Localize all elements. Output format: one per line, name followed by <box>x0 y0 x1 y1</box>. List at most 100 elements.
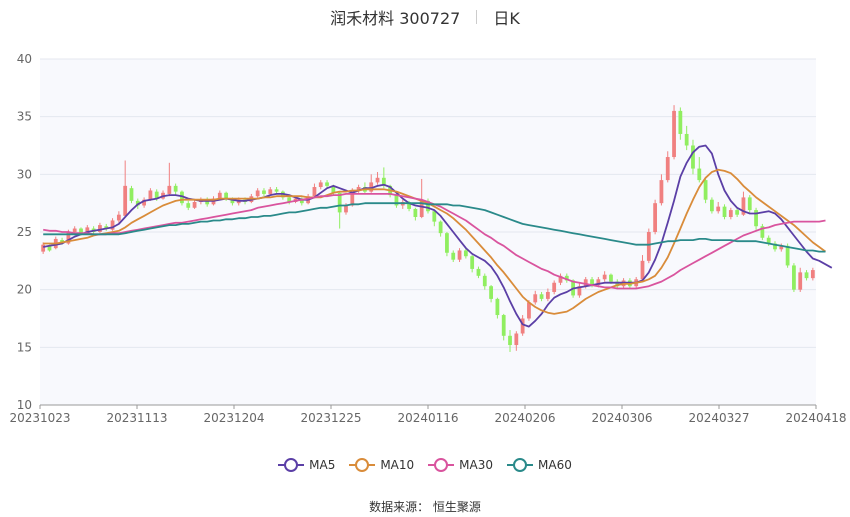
candle-body <box>148 190 153 200</box>
candle-body <box>539 294 544 299</box>
candle-body <box>527 302 531 319</box>
candle-body <box>514 333 519 346</box>
x-tick-label: 20231113 <box>106 411 167 425</box>
legend-item-ma60[interactable]: MA60 <box>507 458 572 472</box>
candle-body <box>684 133 689 146</box>
candle <box>760 223 765 241</box>
legend: MA5 MA10 MA30 MA60 <box>0 458 850 472</box>
candle-body <box>792 265 796 290</box>
candle-body <box>476 268 481 276</box>
candle-body <box>432 211 437 222</box>
x-axis: 20231023 20231113 20231204 20231225 20240116… <box>9 404 847 425</box>
x-tick-label: 20240327 <box>688 411 749 425</box>
y-axis: 10 15 20 25 30 35 40 <box>17 52 32 412</box>
x-tick-label: 20231225 <box>300 411 361 425</box>
candle-body <box>691 145 695 169</box>
candle-body <box>173 185 178 192</box>
candle-body <box>501 315 506 336</box>
candle-body <box>217 192 222 199</box>
legend-label: MA10 <box>380 458 415 472</box>
candle-body <box>602 274 607 280</box>
candle-body <box>192 202 197 208</box>
candle-body <box>646 232 651 261</box>
candle-body <box>451 252 456 260</box>
candle-body <box>344 205 348 213</box>
candle-body <box>722 206 727 218</box>
candle-body <box>804 272 809 279</box>
candle-body <box>445 233 449 253</box>
candle-body <box>413 208 418 218</box>
candle-body <box>747 197 752 211</box>
candle-body <box>123 185 128 216</box>
candle-body <box>167 185 172 194</box>
candle-body <box>268 189 273 194</box>
candle-body <box>659 180 664 204</box>
candle-body <box>552 282 557 292</box>
y-tick-label: 35 <box>17 110 32 124</box>
candle-body <box>533 294 538 303</box>
candle-body <box>495 298 500 316</box>
candle <box>653 199 658 235</box>
candle <box>646 228 651 264</box>
legend-item-ma5[interactable]: MA5 <box>278 458 335 472</box>
legend-label: MA60 <box>538 458 572 472</box>
candle-body <box>129 188 134 201</box>
candlestick-chart[interactable]: 10152025303540 20231023 20231113 20231204 2… <box>0 0 850 455</box>
candle-body <box>672 110 676 158</box>
legend-swatch <box>278 458 305 472</box>
candle <box>672 105 676 160</box>
candle-body <box>186 203 191 208</box>
candle-body <box>375 177 380 183</box>
candle-body <box>640 260 645 280</box>
legend-swatch <box>349 458 376 472</box>
candle <box>792 263 796 292</box>
y-tick-label: 15 <box>17 340 32 354</box>
candle-body <box>482 275 487 287</box>
x-tick-label: 20240116 <box>397 411 458 425</box>
candle-body <box>438 221 443 234</box>
legend-swatch <box>507 458 534 472</box>
legend-label: MA30 <box>459 458 494 472</box>
candle-body <box>785 245 790 266</box>
x-tick-label: 20240306 <box>591 411 652 425</box>
candle <box>747 195 752 213</box>
y-tick-label: 40 <box>17 52 32 66</box>
y-tick-label: 30 <box>17 167 32 181</box>
candle-body <box>41 244 46 252</box>
candle-body <box>463 250 468 257</box>
legend-swatch <box>428 458 455 472</box>
candle-body <box>716 206 721 212</box>
candle-body <box>116 214 121 221</box>
x-tick-label: 20231023 <box>9 411 70 425</box>
candle <box>710 197 714 214</box>
candle-body <box>703 180 708 200</box>
data-source: 数据来源： 恒生聚源 <box>369 500 481 514</box>
candle-body <box>609 274 613 282</box>
candle-body <box>810 270 815 279</box>
legend-item-ma10[interactable]: MA10 <box>349 458 414 472</box>
candle-body <box>735 210 740 215</box>
candle-body <box>798 272 803 290</box>
candle <box>129 185 134 204</box>
candle-body <box>678 110 683 134</box>
candle-body <box>312 187 317 197</box>
y-tick-label: 10 <box>17 398 32 412</box>
candle-body <box>728 210 733 218</box>
candle-body <box>710 199 714 212</box>
y-tick-label: 20 <box>17 283 32 297</box>
legend-label: MA5 <box>309 458 336 472</box>
legend-item-ma30[interactable]: MA30 <box>428 458 493 472</box>
y-tick-label: 25 <box>17 225 32 239</box>
candle-body <box>470 256 475 269</box>
candle-body <box>274 189 279 192</box>
candle-body <box>545 291 550 299</box>
candle <box>703 177 708 204</box>
candle-body <box>508 335 512 346</box>
x-tick-label: 20240206 <box>494 411 555 425</box>
candle-body <box>653 203 658 232</box>
candle-body <box>489 286 493 299</box>
x-tick-label: 20240418 <box>785 411 846 425</box>
candle-body <box>697 168 702 181</box>
candle-body <box>255 190 260 197</box>
candle-body <box>72 228 77 232</box>
